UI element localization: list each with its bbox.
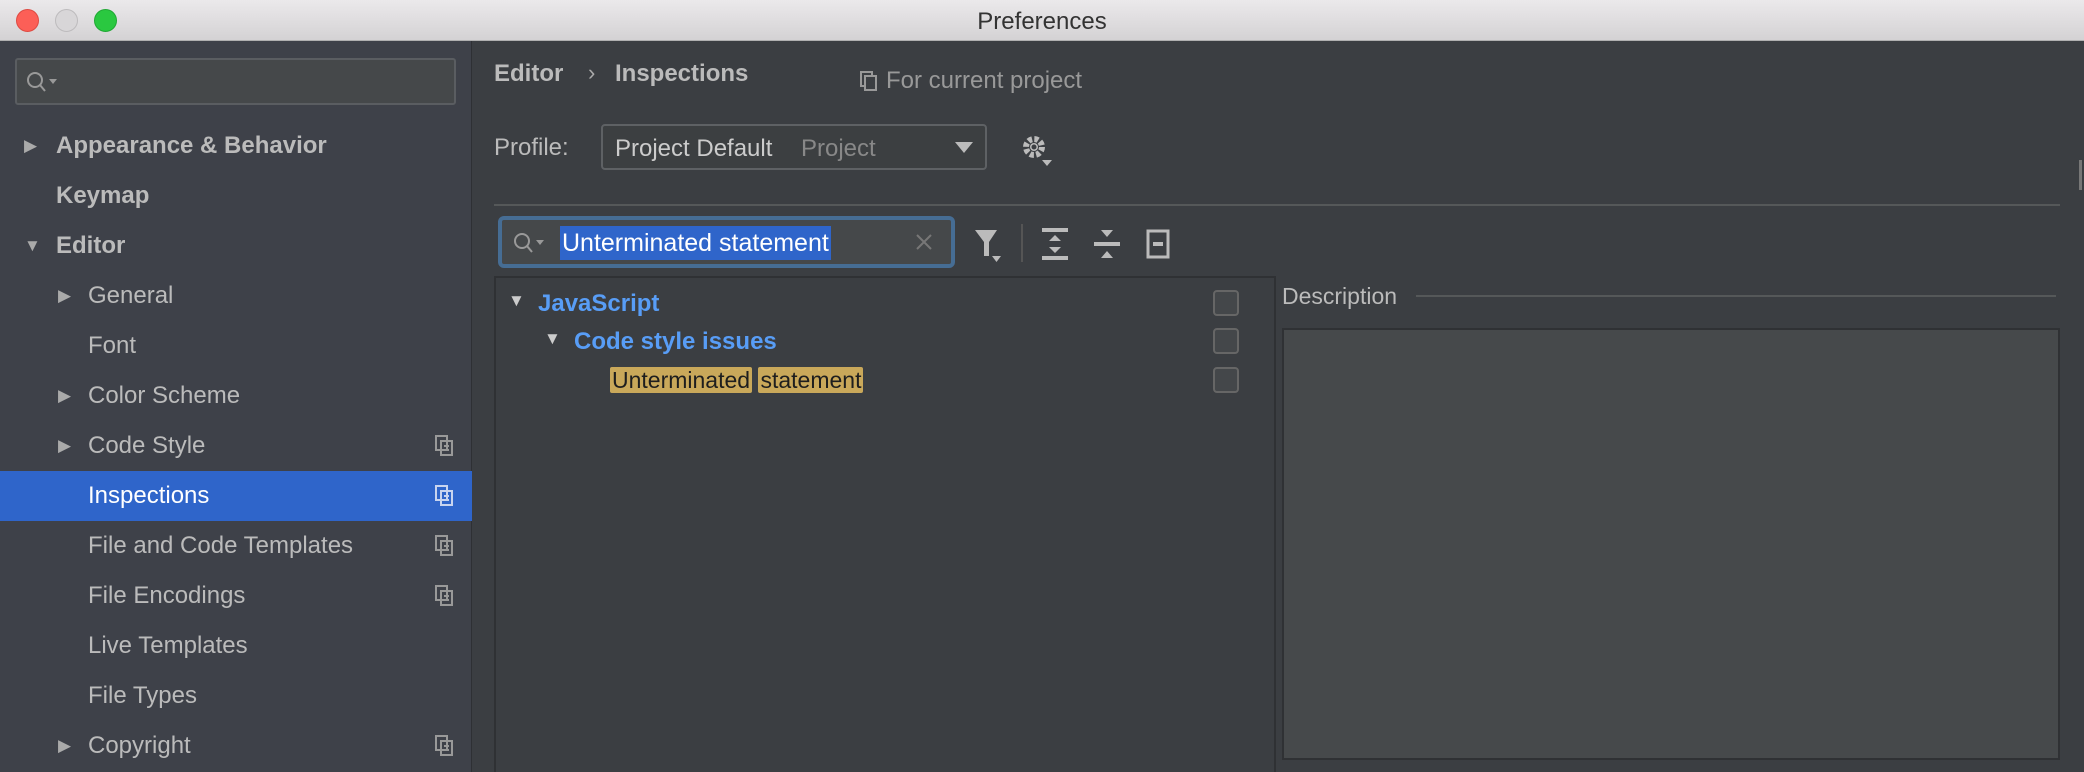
profile-dropdown[interactable]: Project Default Project — [601, 124, 987, 170]
sidebar-item-label: File Encodings — [88, 582, 246, 609]
collapsed-arrow-icon[interactable]: ▶ — [58, 371, 71, 421]
settings-search-input[interactable] — [15, 58, 456, 105]
sidebar-item-editor[interactable]: ▼ Editor — [0, 221, 472, 271]
inspection-filter-input[interactable]: Unterminated statement — [498, 216, 955, 268]
collapsed-arrow-icon[interactable]: ▶ — [58, 721, 71, 771]
enable-checkbox[interactable] — [1213, 367, 1239, 393]
tree-row-code-style-issues[interactable]: ▼ Code style issues — [496, 322, 1274, 360]
description-label: Description — [1282, 283, 1398, 309]
sidebar-item-keymap[interactable]: Keymap — [0, 171, 472, 221]
scope-label: For current project — [886, 67, 1083, 94]
tree-row-unterminated-statement[interactable]: Unterminated statement — [496, 361, 1274, 399]
sidebar-item-label: Live Templates — [88, 632, 248, 659]
sidebar-item-file-and-code-templates[interactable]: File and Code Templates — [0, 521, 472, 571]
sidebar-item-file-types[interactable]: File Types — [0, 671, 472, 721]
sidebar-item-label: Appearance & Behavior — [56, 132, 327, 159]
tree-row-javascript[interactable]: ▼ JavaScript — [496, 284, 1274, 322]
collapsed-arrow-icon[interactable]: ▶ — [58, 421, 71, 471]
sidebar-item-live-templates[interactable]: Live Templates — [0, 621, 472, 671]
sidebar-item-label: Keymap — [56, 182, 150, 209]
sidebar-item-label: Copyright — [88, 732, 191, 759]
sidebar-item-inspections[interactable]: Inspections — [0, 471, 472, 521]
tree-group-label: Code style issues — [574, 328, 777, 355]
project-scope-icon — [860, 71, 877, 91]
filter-value: Unterminated statement — [560, 226, 831, 260]
match-highlight: statement — [758, 367, 864, 393]
collapsed-arrow-icon[interactable]: ▶ — [58, 271, 71, 321]
profile-label: Profile: — [494, 134, 569, 161]
breadcrumb-editor[interactable]: Editor — [494, 60, 563, 88]
expanded-arrow-icon[interactable]: ▼ — [24, 221, 41, 271]
sidebar-item-label: Inspections — [88, 482, 210, 509]
profile-scope: Project — [801, 135, 876, 162]
match-highlight: Unterminated — [610, 367, 753, 393]
project-scope-icon — [435, 535, 453, 556]
sidebar-item-color-scheme[interactable]: ▶ Color Scheme — [0, 371, 472, 421]
reset-icon[interactable] — [1146, 229, 1170, 259]
sidebar-item-font[interactable]: Font — [0, 321, 472, 371]
expand-all-icon[interactable] — [1042, 228, 1068, 260]
sidebar-item-copyright[interactable]: ▶ Copyright — [0, 721, 472, 771]
sidebar-item-label: Font — [88, 332, 137, 359]
project-scope-icon — [435, 435, 453, 456]
breadcrumb-separator: › — [588, 60, 596, 85]
project-scope-icon — [435, 485, 453, 506]
filter-icon[interactable] — [973, 228, 1005, 264]
description-divider — [1416, 295, 2056, 297]
search-icon — [514, 233, 544, 253]
tree-group-label: JavaScript — [538, 290, 660, 317]
expanded-arrow-icon[interactable]: ▼ — [508, 291, 525, 311]
sidebar-item-file-encodings[interactable]: File Encodings — [0, 571, 472, 621]
project-scope-icon — [435, 585, 453, 606]
title-bar: Preferences — [0, 0, 2084, 41]
collapsed-arrow-icon[interactable]: ▶ — [24, 121, 37, 171]
expanded-arrow-icon[interactable]: ▼ — [544, 329, 561, 349]
window-title: Preferences — [977, 8, 1107, 35]
sidebar-item-label: File and Code Templates — [88, 532, 354, 559]
sidebar-item-label: Editor — [56, 232, 126, 259]
collapse-all-icon[interactable] — [1094, 228, 1120, 260]
inspection-tree: ▼ JavaScript ▼ Code style issues Untermi… — [494, 276, 1276, 772]
project-scope-icon — [435, 735, 453, 756]
gear-icon[interactable] — [1020, 133, 1054, 167]
inspection-label: Unterminated statement — [610, 367, 864, 394]
separator — [494, 204, 2060, 206]
profile-value: Project Default — [615, 135, 773, 162]
clear-icon[interactable] — [916, 234, 932, 250]
sidebar-item-label: Color Scheme — [88, 382, 241, 409]
scrollbar[interactable] — [2079, 160, 2082, 190]
chevron-down-icon — [955, 142, 973, 153]
toolbar-separator — [1021, 224, 1023, 262]
sidebar-item-appearance-behavior[interactable]: ▶ Appearance & Behavior — [0, 121, 472, 171]
sidebar-item-general[interactable]: ▶ General — [0, 271, 472, 321]
sidebar-item-code-style[interactable]: ▶ Code Style — [0, 421, 472, 471]
enable-checkbox[interactable] — [1213, 290, 1239, 316]
description-panel — [1282, 328, 2060, 760]
sidebar-item-label: General — [88, 282, 174, 309]
sidebar-item-label: Code Style — [88, 432, 206, 459]
search-icon — [27, 72, 57, 92]
enable-checkbox[interactable] — [1213, 328, 1239, 354]
sidebar-item-label: File Types — [88, 682, 197, 709]
breadcrumb-inspections: Inspections — [615, 60, 749, 87]
